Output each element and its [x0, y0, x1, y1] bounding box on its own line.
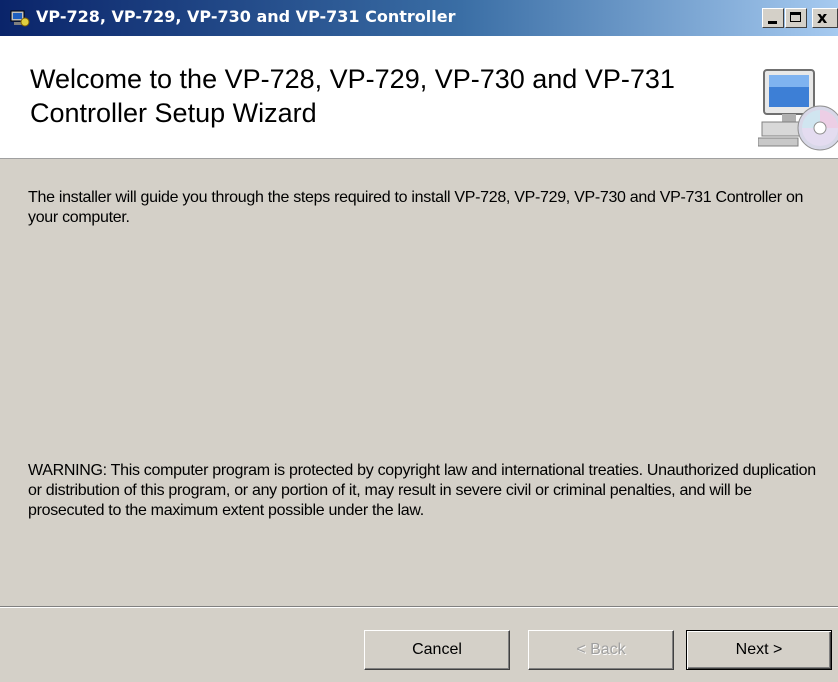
copyright-warning: WARNING: This computer program is protec… — [28, 462, 816, 519]
maximize-button[interactable] — [785, 8, 807, 28]
window-title: VP-728, VP-729, VP-730 and VP-731 Contro… — [36, 7, 456, 26]
installer-app-icon — [10, 10, 30, 27]
wizard-title: Welcome to the VP-728, VP-729, VP-730 an… — [30, 64, 675, 128]
maximize-icon — [790, 12, 801, 22]
back-button: < Back — [528, 630, 674, 670]
title-bar[interactable]: VP-728, VP-729, VP-730 and VP-731 Contro… — [0, 0, 838, 36]
close-button[interactable]: x — [812, 8, 838, 28]
cancel-button[interactable]: Cancel — [364, 630, 510, 670]
button-separator — [0, 606, 838, 608]
minimize-button[interactable] — [762, 8, 784, 28]
intro-text: The installer will guide you through the… — [28, 189, 804, 226]
close-icon: x — [817, 8, 828, 27]
wizard-banner: Welcome to the VP-728, VP-729, VP-730 an… — [0, 36, 838, 159]
minimize-icon — [768, 21, 777, 24]
computer-cd-icon — [758, 69, 838, 151]
next-button[interactable]: Next > — [686, 630, 832, 670]
installer-window: VP-728, VP-729, VP-730 and VP-731 Contro… — [0, 0, 838, 682]
